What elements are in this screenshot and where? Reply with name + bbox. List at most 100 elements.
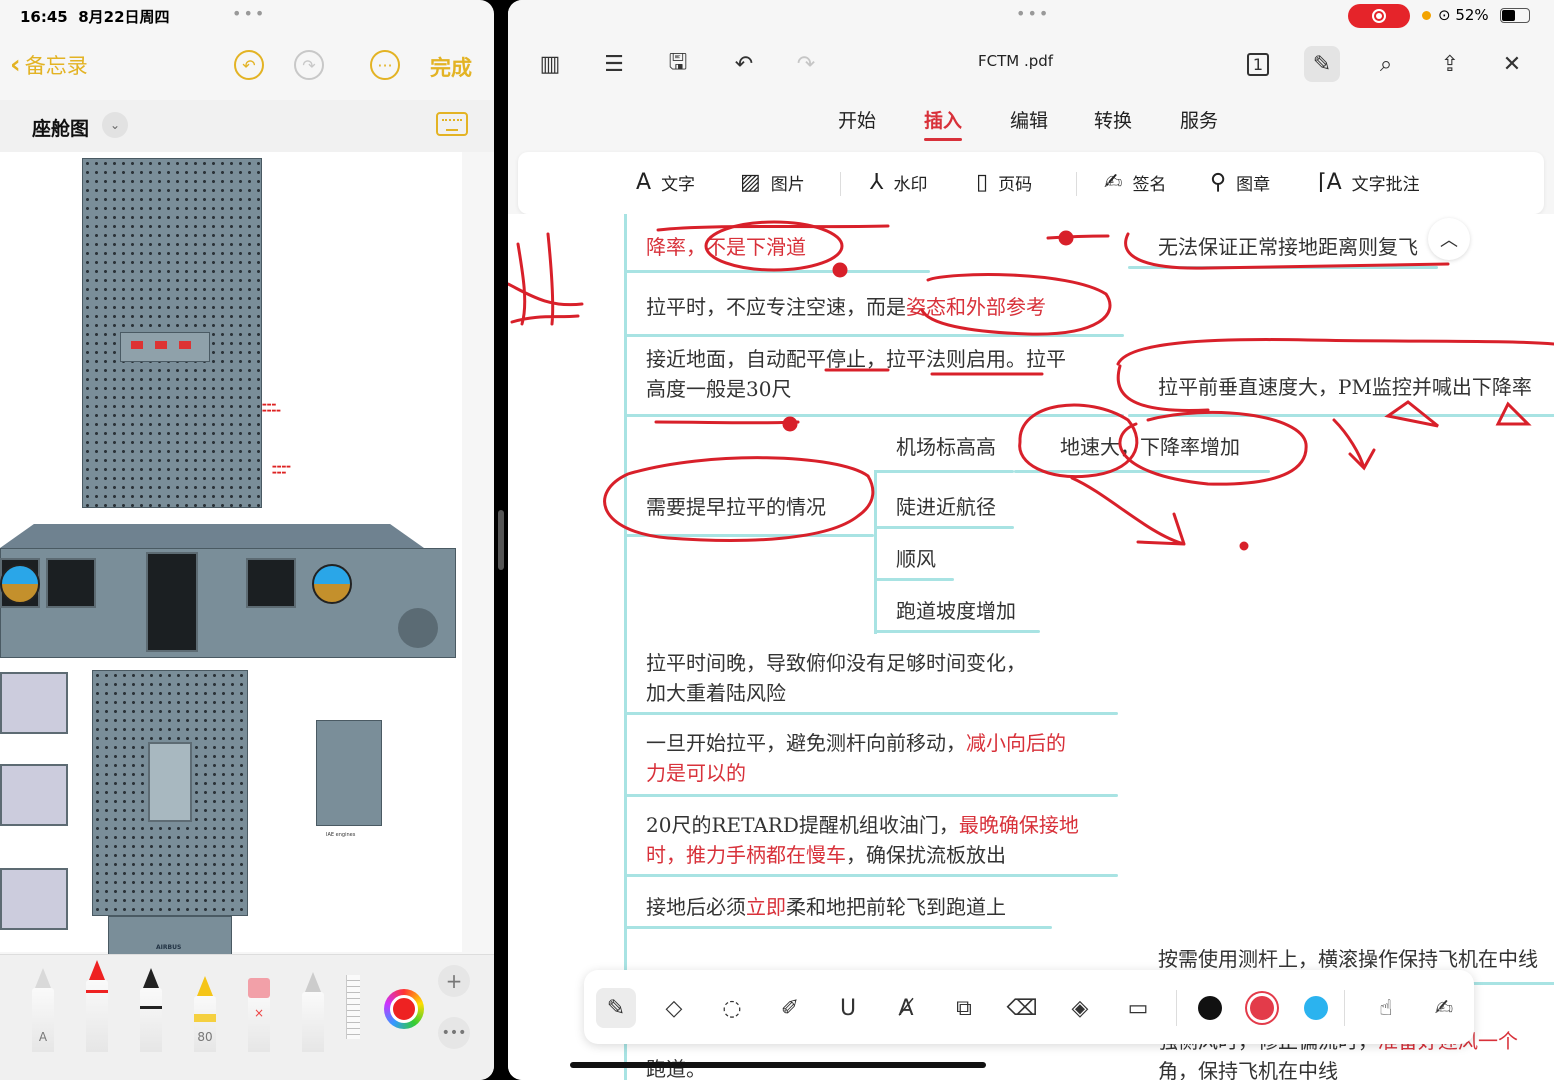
shape-icon[interactable]: ⧉: [944, 988, 984, 1028]
underline-icon[interactable]: U: [828, 988, 868, 1028]
color-picker[interactable]: [384, 989, 424, 1029]
cockpit-diagram-image: ▬▬▬ ▬▬▬▬ ▬▬▬▬ ▬▬▬ IAE engines AIRBUS: [0, 152, 462, 956]
engine-caption: IAE engines: [326, 832, 356, 838]
handwritten-annotations: [508, 220, 1554, 551]
undo-icon[interactable]: ↶: [234, 50, 264, 80]
knob: [398, 608, 438, 648]
add-icon[interactable]: +: [438, 965, 470, 997]
text-annotation-icon: ⌈A: [1318, 170, 1342, 195]
home-indicator: [570, 1062, 986, 1068]
tab-start[interactable]: 开始: [838, 106, 876, 133]
redo-icon[interactable]: ↷: [788, 46, 824, 82]
more-icon[interactable]: ···: [370, 50, 400, 80]
notes-nav-bar: ‹ 备忘录 ↶ ↷ ··· 完成: [0, 40, 494, 90]
search-icon[interactable]: ⌕: [1368, 46, 1404, 82]
signature-icon: ✍: [1104, 170, 1123, 195]
stamp-icon: ⚲: [1210, 170, 1227, 195]
selected-color-swatch: [390, 995, 418, 1023]
hand-icon[interactable]: ☝: [1366, 988, 1406, 1028]
keyboard-icon[interactable]: [436, 112, 468, 136]
tab-edit[interactable]: 编辑: [1010, 106, 1048, 133]
done-button[interactable]: 完成: [430, 52, 472, 82]
undo-icon[interactable]: ↶: [726, 46, 762, 82]
chevron-left-icon: ‹: [10, 50, 21, 80]
multitask-dots-icon[interactable]: •••: [232, 4, 266, 23]
image-icon: ▨: [740, 170, 761, 195]
color-red-selected[interactable]: [1250, 996, 1274, 1020]
status-time-date: 16:45 8月22日周四: [20, 8, 170, 26]
pdf-top-area: ••• ⊙ 52% ▥ ☰ 🖫 ↶ ↷ FCTM .pdf 1 ✎ ⌕ ⇪ ✕ …: [508, 0, 1554, 230]
redo-icon[interactable]: ↷: [294, 50, 324, 80]
side-display: [0, 868, 68, 930]
strikethrough-icon[interactable]: Ⱥ: [886, 988, 926, 1028]
thrust-levers: [148, 742, 192, 822]
left-status-bar: 16:45 8月22日周四 •••: [0, 0, 494, 32]
file-name: FCTM .pdf: [978, 52, 1054, 70]
eraser-alt-icon[interactable]: ⌫: [1002, 988, 1042, 1028]
ruler-tool[interactable]: [346, 975, 360, 1039]
color-black[interactable]: [1198, 996, 1222, 1020]
pen-tool[interactable]: A: [32, 968, 54, 1052]
insert-image-button[interactable]: ▨ 图片: [740, 170, 805, 195]
text-icon: A: [636, 170, 652, 195]
fineliner-tool[interactable]: [86, 960, 108, 1052]
more-icon[interactable]: •••: [438, 1017, 470, 1049]
chevron-down-icon[interactable]: ⌄: [102, 112, 128, 138]
page-number-icon: ▯: [976, 170, 989, 195]
notes-app: 16:45 8月22日周四 ••• ‹ 备忘录 ↶ ↷ ··· 完成 座舱图 ⌄…: [0, 0, 494, 1080]
watermark-icon: ⅄: [870, 170, 884, 195]
glareshield: [0, 524, 424, 548]
highlighter-icon[interactable]: ✐: [770, 988, 810, 1028]
tab-service[interactable]: 服务: [1180, 106, 1218, 133]
nd-display: [246, 558, 296, 608]
comment-icon[interactable]: ▭: [1118, 988, 1158, 1028]
chevron-up-icon[interactable]: ︿: [1428, 218, 1470, 260]
annotation-note: ▬▬▬▬▬▬▬: [262, 402, 281, 414]
close-icon[interactable]: ✕: [1494, 46, 1530, 82]
highlighter-tool[interactable]: 80: [194, 976, 216, 1052]
clear-icon[interactable]: ◈: [1060, 988, 1100, 1028]
multitask-dots-icon[interactable]: •••: [1016, 4, 1050, 23]
split-view-divider[interactable]: [494, 0, 508, 1080]
insert-page-number-button[interactable]: ▯ 页码: [976, 170, 1032, 195]
markup-toolbar: A 80 × + •••: [0, 954, 494, 1080]
annotation-pen-toolbar: ✎ ◇ ◌ ✐ U Ⱥ ⧉ ⌫ ◈ ▭ ☝ ✍: [584, 970, 1474, 1044]
attitude-indicator: [0, 564, 40, 604]
save-icon[interactable]: 🖫: [660, 46, 696, 82]
pdf-app: ••• ⊙ 52% ▥ ☰ 🖫 ↶ ↷ FCTM .pdf 1 ✎ ⌕ ⇪ ✕ …: [508, 0, 1554, 1080]
insert-signature-button[interactable]: ✍ 签名: [1104, 170, 1166, 195]
insert-stamp-button[interactable]: ⚲ 图章: [1210, 170, 1270, 195]
tab-convert[interactable]: 转换: [1094, 106, 1132, 133]
monoline-tool[interactable]: [140, 968, 162, 1052]
mic-indicator: [1422, 11, 1431, 20]
tab-insert[interactable]: 插入: [924, 106, 963, 141]
airbus-logo: AIRBUS: [156, 944, 182, 951]
share-icon[interactable]: ⇪: [1432, 46, 1468, 82]
edit-note-icon[interactable]: ✍: [1424, 988, 1464, 1028]
side-display: [0, 764, 68, 826]
lasso-icon[interactable]: ◌: [712, 988, 752, 1028]
ribbon-tabs: 开始 插入 编辑 转换 服务: [508, 100, 1554, 141]
sidebar-icon[interactable]: ▥: [532, 46, 568, 82]
eraser-icon[interactable]: ◇: [654, 988, 694, 1028]
battery-percent: ⊙ 52%: [1438, 6, 1489, 24]
insert-toolbar: A 文字 ▨ 图片 ⅄ 水印 ▯ 页码 ✍ 签名 ⚲ 图章 ⌈A 文字批注: [518, 152, 1544, 214]
back-button[interactable]: ‹ 备忘录: [10, 50, 88, 80]
color-blue[interactable]: [1304, 996, 1328, 1020]
screen-recording-icon[interactable]: [1348, 4, 1410, 28]
insert-watermark-button[interactable]: ⅄ 水印: [870, 170, 927, 195]
nd-display: [46, 558, 96, 608]
page-icon[interactable]: 1: [1240, 46, 1276, 82]
menu-icon[interactable]: ☰: [596, 46, 632, 82]
pdf-page[interactable]: 降率，不是下滑道 无法保证正常接地距离则复飞 拉平时，不应专注空速，而是姿态和外…: [508, 214, 1554, 1080]
pen-icon[interactable]: ✎: [596, 988, 636, 1028]
eraser-tool[interactable]: ×: [248, 978, 270, 1052]
note-header: 座舱图 ⌄: [0, 100, 494, 152]
lasso-tool[interactable]: [302, 972, 324, 1052]
insert-text-annotation-button[interactable]: ⌈A 文字批注: [1318, 170, 1420, 195]
divider-handle[interactable]: [498, 510, 504, 570]
ecam-upper: [146, 552, 198, 652]
note-title[interactable]: 座舱图: [32, 114, 89, 141]
pen-mode-icon[interactable]: ✎: [1304, 46, 1340, 82]
insert-text-button[interactable]: A 文字: [636, 170, 695, 195]
